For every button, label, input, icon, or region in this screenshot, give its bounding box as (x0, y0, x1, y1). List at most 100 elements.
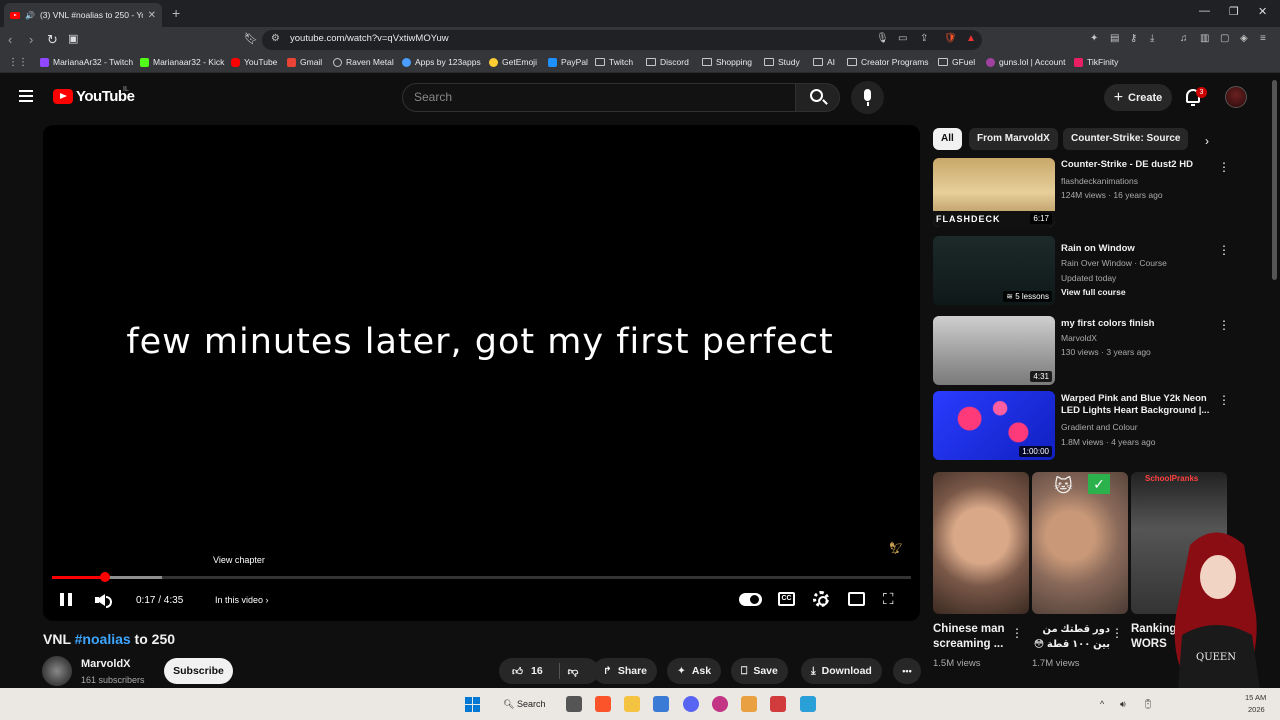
video-thumbnail[interactable]: FLASHDECK 6:17 (933, 158, 1055, 227)
download-button[interactable]: ⤓ Download (801, 658, 882, 684)
app-icon[interactable] (800, 696, 816, 712)
channel-avatar[interactable] (42, 656, 72, 686)
url-text[interactable]: youtube.com/watch?v=qVxtiwMOYuw (290, 33, 449, 44)
youtube-logo-icon[interactable] (53, 89, 73, 104)
ask-button[interactable]: ✦ Ask (667, 658, 722, 684)
share-button[interactable]: ↱ Share (593, 658, 657, 684)
app-icon[interactable] (712, 696, 728, 712)
screenshot-icon[interactable]: ▤ (1110, 33, 1119, 44)
menu-icon[interactable]: ≡ (1260, 33, 1266, 44)
brave-browser-icon[interactable] (595, 696, 611, 712)
thumbs-down-icon[interactable]: 👎︎ (568, 665, 579, 678)
scrubber-handle[interactable] (100, 572, 110, 582)
more-vert-icon[interactable]: ⋮ (1011, 626, 1023, 640)
chip-counter-strike[interactable]: Counter-Strike: Source (1063, 128, 1189, 150)
new-tab-button[interactable]: + (172, 5, 180, 21)
bookmark-folder[interactable]: Study (764, 57, 800, 67)
in-this-video-button[interactable]: In this video › (215, 595, 269, 605)
bookmark-folder[interactable]: Twitch (595, 57, 633, 67)
back-icon[interactable]: ‹ (8, 32, 12, 47)
rec-channel[interactable]: MarvoldX (1061, 333, 1097, 343)
like-button[interactable]: 👍︎ 16 👎︎ (499, 658, 599, 684)
chip-all[interactable]: All (933, 128, 962, 150)
captions-button[interactable]: CC (778, 592, 795, 606)
settings-gear-icon[interactable] (813, 591, 829, 607)
sidebar-toggle-icon[interactable]: ▥ (1200, 33, 1209, 44)
guide-menu-icon[interactable] (19, 90, 33, 102)
page-scrollbar[interactable] (1272, 80, 1277, 280)
reload-icon[interactable]: ↻ (47, 32, 58, 48)
save-button[interactable]: ⎕ Save (731, 658, 788, 684)
rec-title[interactable]: Counter-Strike - DE dust2 HD (1061, 159, 1216, 171)
volume-tray-icon[interactable]: 🔊︎ (1120, 699, 1126, 710)
task-view-icon[interactable] (566, 696, 582, 712)
rec-channel[interactable]: flashdeckanimations (1061, 176, 1138, 186)
voice-search-icon[interactable] (851, 81, 884, 114)
bookmark-folder[interactable]: Discord (646, 57, 689, 67)
bookmark-item[interactable]: GetEmoji (489, 57, 537, 67)
share-page-icon[interactable]: ⇪ (920, 33, 928, 44)
rec-channel[interactable]: Gradient and Colour (1061, 422, 1138, 432)
rec-title[interactable]: Warped Pink and Blue Y2k Neon LED Lights… (1061, 393, 1216, 417)
more-vert-icon[interactable]: ⋮ (1111, 626, 1123, 640)
search-input[interactable] (402, 83, 796, 112)
bookmark-folder[interactable]: AI (813, 57, 835, 67)
mic-off-icon[interactable]: 🎙︎ (876, 33, 889, 44)
more-vert-icon[interactable]: ⋮ (1218, 160, 1230, 174)
chevron-right-icon[interactable]: › (1205, 134, 1209, 148)
vpn-icon[interactable]: ◈ (1240, 33, 1248, 44)
close-window-button[interactable]: ✕ (1258, 5, 1267, 18)
more-vert-icon[interactable]: ⋮ (1218, 318, 1230, 332)
channel-watermark-icon[interactable]: 🦅︎ (884, 541, 908, 557)
password-icon[interactable]: ⚷ (1130, 33, 1137, 44)
site-info-icon[interactable]: ⚙︎ (271, 33, 280, 44)
apps-grid-icon[interactable]: ⋮⋮ (8, 57, 28, 68)
video-player[interactable] (43, 125, 920, 621)
theater-mode-icon[interactable] (848, 592, 865, 606)
bookmark-icon[interactable]: 🔖︎ (244, 32, 258, 45)
app-icon[interactable] (741, 696, 757, 712)
fullscreen-icon[interactable]: ⛶ (883, 591, 894, 608)
tab-close-button[interactable]: ✕ (148, 10, 156, 21)
rec-title[interactable]: Rain on Window (1061, 243, 1216, 255)
store-icon[interactable] (653, 696, 669, 712)
video-thumbnail[interactable]: ≋ 5 lessons (933, 236, 1055, 305)
tray-chevron-icon[interactable]: ^ (1100, 699, 1104, 709)
create-button[interactable]: + Create (1104, 84, 1172, 111)
view-full-course-link[interactable]: View full course (1061, 287, 1126, 297)
clock-year[interactable]: 2026 (1248, 705, 1265, 714)
file-explorer-icon[interactable] (624, 696, 640, 712)
chip-from-channel[interactable]: From MarvoldX (969, 128, 1058, 150)
account-avatar[interactable] (1225, 86, 1247, 108)
forward-icon[interactable]: › (29, 32, 33, 47)
bookmark-item[interactable]: PayPal (548, 57, 588, 67)
bookmark-item[interactable]: Gmail (287, 57, 322, 67)
bookmark-folder[interactable]: GFuel (938, 57, 975, 67)
short-title[interactable]: Chinese man screaming ... (933, 622, 1011, 652)
brave-shield-icon[interactable]: 🛡︎ (944, 33, 957, 44)
cast-icon[interactable]: ▭ (898, 33, 907, 44)
bookmark-folder[interactable]: Shopping (702, 57, 752, 67)
short-title[interactable]: دور قطتك من بين ١٠٠ قطة 😳 (1032, 622, 1110, 652)
short-thumbnail[interactable]: 🐱 ✓ (1032, 472, 1128, 614)
taskbar-search[interactable]: 🔍︎ Search (503, 699, 545, 710)
bookmark-item[interactable]: TikFinity (1074, 57, 1118, 67)
progress-bar[interactable] (52, 576, 911, 579)
short-thumbnail[interactable] (933, 472, 1029, 614)
battery-icon[interactable]: 🔋︎ (1142, 699, 1153, 710)
bookmark-item[interactable]: guns.lol | Account (986, 57, 1065, 67)
brave-rewards-icon[interactable]: ▲ (966, 33, 976, 44)
pause-button[interactable] (60, 593, 72, 606)
more-vert-icon[interactable]: ⋮ (1218, 393, 1230, 407)
windows-start-icon[interactable] (465, 697, 480, 712)
music-icon[interactable]: ♫ (1180, 33, 1188, 44)
autoplay-toggle[interactable] (739, 593, 762, 606)
clock-time[interactable]: 15 AM (1245, 693, 1266, 702)
discord-icon[interactable] (683, 696, 699, 712)
rec-channel[interactable]: Rain Over Window · Course (1061, 258, 1167, 268)
video-thumbnail[interactable]: 4:31 (933, 316, 1055, 385)
download-icon[interactable]: ⤓ (1150, 33, 1154, 44)
rec-title[interactable]: my first colors finish (1061, 318, 1216, 330)
sidebar-icon[interactable]: ▣ (68, 32, 78, 45)
extensions-icon[interactable]: ✦ (1090, 33, 1098, 44)
